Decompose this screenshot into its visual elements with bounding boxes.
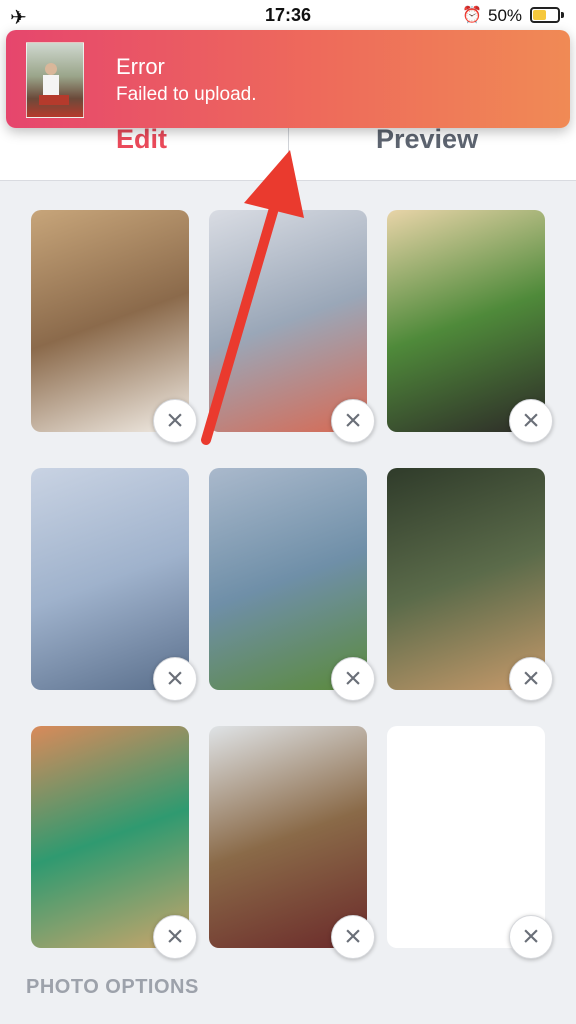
arrow-head <box>244 150 304 218</box>
thumbnail-figure <box>39 63 69 105</box>
annotation-arrow <box>201 150 304 445</box>
notification-message: Failed to upload. <box>116 84 257 105</box>
arrow-shaft <box>201 193 282 445</box>
error-notification[interactable]: Error Failed to upload. <box>6 30 570 128</box>
notification-thumbnail <box>26 42 84 118</box>
notification-title: Error <box>116 54 165 79</box>
